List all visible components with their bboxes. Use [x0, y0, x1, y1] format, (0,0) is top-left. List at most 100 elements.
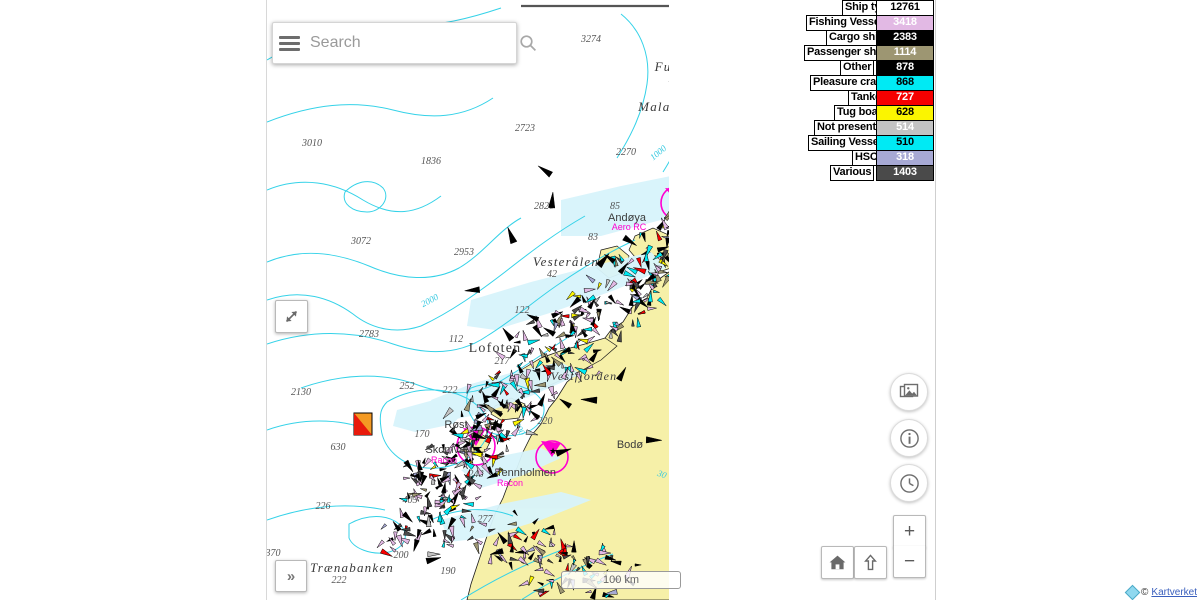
vessel-marker[interactable] — [762, 174, 772, 181]
vessel-marker[interactable] — [723, 212, 726, 220]
vessel-marker[interactable] — [715, 195, 726, 199]
vessel-marker[interactable] — [726, 199, 733, 207]
legend-row[interactable]: Tanker727 — [798, 90, 934, 105]
search-bar[interactable] — [272, 22, 517, 64]
vessel-marker[interactable] — [703, 222, 708, 230]
vessel-marker[interactable] — [720, 172, 731, 180]
vessel-marker[interactable] — [750, 206, 757, 210]
vessel-marker[interactable] — [763, 128, 768, 135]
vessel-marker[interactable] — [709, 214, 716, 217]
vessel-marker[interactable] — [691, 264, 698, 271]
vessel-marker[interactable] — [698, 206, 705, 210]
vessel-marker[interactable] — [743, 155, 755, 164]
vessel-marker[interactable] — [776, 174, 783, 177]
vessel-marker[interactable] — [749, 156, 760, 161]
vessel-marker[interactable] — [785, 190, 795, 197]
zoom-out-button[interactable]: − — [893, 546, 926, 578]
vessel-marker[interactable] — [696, 217, 702, 221]
vessel-marker[interactable] — [724, 177, 727, 184]
vessel-marker[interactable] — [701, 203, 711, 213]
vessel-marker[interactable] — [736, 196, 741, 204]
vessel-marker[interactable] — [720, 192, 733, 197]
vessel-marker[interactable] — [776, 206, 782, 210]
vessel-marker[interactable] — [768, 172, 777, 180]
vessel-marker[interactable] — [729, 153, 733, 163]
vessel-marker[interactable] — [728, 190, 734, 201]
vessel-marker[interactable] — [694, 240, 699, 249]
vessel-marker[interactable] — [785, 166, 798, 171]
vessel-marker[interactable] — [740, 160, 746, 171]
vessel-marker[interactable] — [688, 214, 699, 224]
layers-button[interactable] — [890, 373, 928, 411]
vessel-marker[interactable] — [751, 191, 756, 198]
vessel-marker[interactable] — [678, 227, 687, 236]
vessel-marker[interactable] — [685, 106, 696, 121]
vessel-marker[interactable] — [724, 158, 730, 168]
vessel-marker[interactable] — [772, 148, 778, 152]
vessel-marker[interactable] — [776, 123, 785, 133]
vessel-marker[interactable] — [742, 194, 754, 200]
vessel-marker[interactable] — [728, 164, 732, 173]
vessel-marker[interactable] — [695, 162, 704, 166]
vessel-marker[interactable] — [768, 198, 771, 207]
vessel-marker[interactable] — [669, 264, 681, 274]
vessel-marker[interactable] — [684, 214, 693, 221]
vessel-marker[interactable] — [718, 206, 721, 212]
vessel-marker[interactable] — [715, 204, 723, 211]
vessel-marker[interactable] — [715, 178, 724, 185]
vessel-marker[interactable] — [682, 219, 692, 223]
vessel-marker[interactable] — [671, 268, 678, 278]
vessel-marker[interactable] — [682, 274, 691, 278]
vessel-marker[interactable] — [688, 219, 695, 225]
vessel-marker[interactable] — [676, 244, 682, 251]
vessel-marker[interactable] — [695, 224, 700, 236]
vessel-marker[interactable] — [692, 218, 702, 224]
vessel-marker[interactable] — [739, 185, 747, 189]
vessel-marker[interactable] — [713, 249, 718, 256]
vessel-marker[interactable] — [772, 93, 777, 102]
vessel-marker[interactable] — [734, 177, 738, 186]
vessel-marker[interactable] — [754, 156, 765, 165]
vessel-marker[interactable] — [678, 232, 681, 239]
vessel-marker[interactable] — [768, 191, 777, 199]
vessel-marker[interactable] — [765, 176, 768, 183]
vessel-marker[interactable] — [687, 250, 692, 262]
vessel-marker[interactable] — [719, 197, 726, 205]
vessel-marker[interactable] — [765, 136, 776, 141]
vessel-marker[interactable] — [689, 183, 699, 188]
vessel-marker[interactable] — [712, 185, 722, 189]
vessel-marker[interactable] — [772, 174, 780, 185]
vessel-marker[interactable] — [711, 188, 717, 196]
vessel-marker[interactable] — [701, 226, 707, 235]
vessel-marker[interactable] — [747, 145, 753, 151]
vessel-marker[interactable] — [707, 208, 714, 211]
vessel-marker[interactable] — [719, 141, 728, 145]
vessel-marker[interactable] — [697, 207, 706, 217]
vessel-marker[interactable] — [748, 218, 758, 226]
vessel-marker[interactable] — [703, 275, 712, 283]
vessel-marker[interactable] — [765, 158, 777, 163]
vessel-marker[interactable] — [729, 64, 743, 69]
vessel-marker[interactable] — [688, 245, 698, 249]
vessel-marker[interactable] — [693, 190, 697, 201]
vessel-marker[interactable] — [755, 186, 761, 194]
vessel-marker[interactable] — [688, 203, 692, 213]
vessel-marker[interactable] — [684, 188, 689, 196]
vessel-marker[interactable] — [764, 184, 768, 193]
vessel-marker[interactable] — [685, 225, 692, 229]
vessel-marker[interactable] — [736, 203, 740, 209]
vessel-marker[interactable] — [711, 178, 718, 190]
vessel-marker[interactable] — [710, 176, 719, 187]
vessel-marker[interactable] — [682, 290, 690, 297]
vessel-marker[interactable] — [781, 174, 791, 178]
vessel-marker[interactable] — [699, 208, 712, 213]
vessel-marker[interactable] — [784, 167, 793, 171]
vessel-marker[interactable] — [751, 173, 758, 176]
expand-panel-button[interactable]: » — [275, 560, 307, 592]
vessel-marker[interactable] — [746, 142, 755, 151]
vessel-marker[interactable] — [784, 185, 789, 190]
vessel-marker[interactable] — [684, 269, 689, 282]
info-button[interactable] — [890, 419, 928, 457]
vessel-marker[interactable] — [672, 258, 678, 262]
vessel-marker[interactable] — [693, 227, 699, 231]
